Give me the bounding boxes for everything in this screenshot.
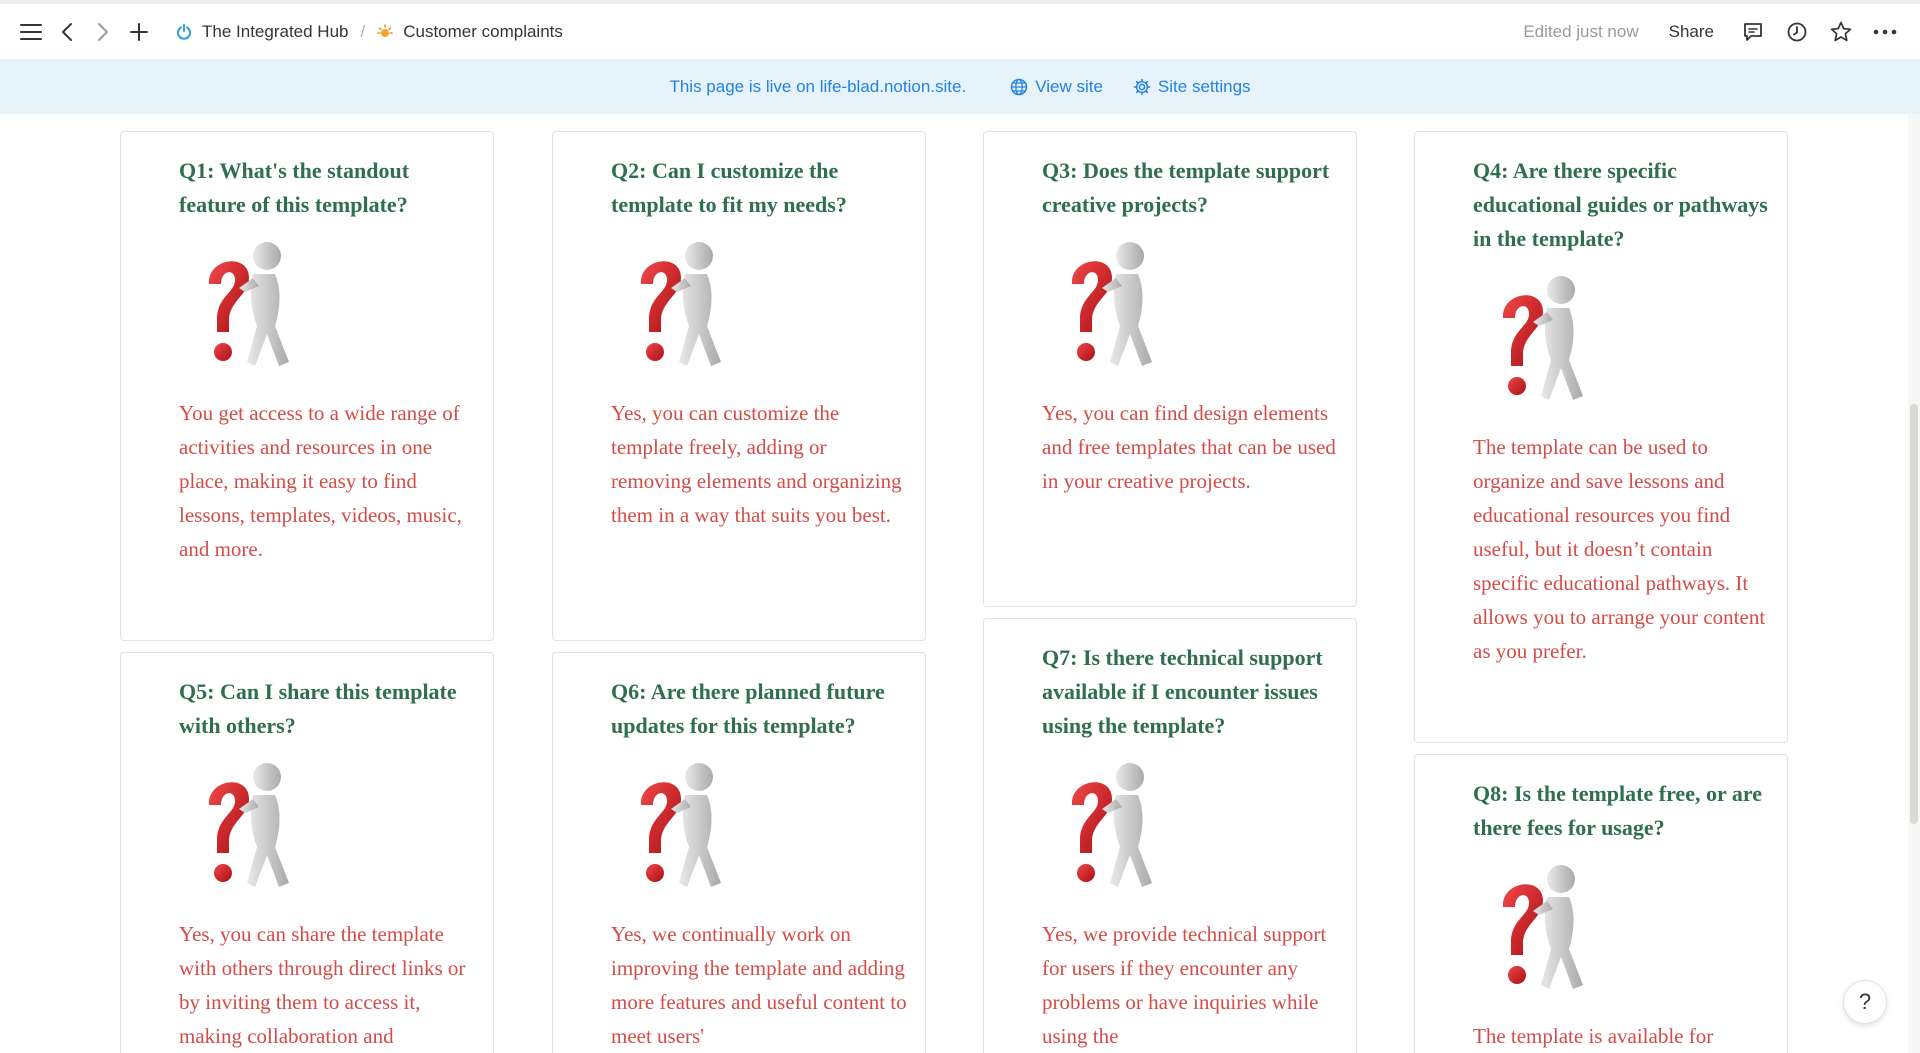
faq-answer: The template can be used to organize and… bbox=[1473, 435, 1766, 663]
sidebar-menu-icon[interactable] bbox=[16, 17, 46, 47]
edited-status: Edited just now bbox=[1523, 21, 1639, 41]
thinking-figure-question-mark-image bbox=[1064, 240, 1164, 376]
faq-question: Q4: Are there specific educational guide… bbox=[1473, 158, 1768, 251]
thinking-figure-question-mark-image bbox=[201, 761, 301, 897]
faq-card-1: Q1: What's the standout feature of this … bbox=[120, 131, 494, 641]
faq-answer: Yes, you can find design elements and fr… bbox=[1042, 401, 1336, 493]
faq-card-5: Q5: Can I share this template with other… bbox=[120, 652, 494, 1053]
faq-question: Q8: Is the template free, or are there f… bbox=[1473, 781, 1762, 840]
more-options-icon[interactable] bbox=[1870, 17, 1900, 47]
page-scrollbar[interactable] bbox=[1908, 114, 1920, 1053]
site-live-text: This page is live on life-blad.notion.si… bbox=[669, 76, 967, 96]
power-icon bbox=[176, 23, 192, 40]
breadcrumb: The Integrated Hub / Customer complaints bbox=[170, 18, 569, 46]
faq-question: Q1: What's the standout feature of this … bbox=[179, 158, 410, 217]
faq-grid: Q1: What's the standout feature of this … bbox=[0, 114, 1920, 1053]
faq-answer: You get access to a wide range of activi… bbox=[179, 401, 462, 561]
site-live-banner: This page is live on life-blad.notion.si… bbox=[0, 59, 1920, 114]
faq-card-2: Q2: Can I customize the template to fit … bbox=[552, 131, 926, 641]
faq-card-6: Q6: Are there planned future updates for… bbox=[552, 652, 926, 1053]
faq-card-4: Q4: Are there specific educational guide… bbox=[1414, 131, 1788, 743]
thinking-figure-question-mark-image bbox=[633, 761, 733, 897]
favorite-star-icon[interactable] bbox=[1826, 17, 1856, 47]
breadcrumb-separator: / bbox=[360, 21, 366, 41]
settings-gear-icon bbox=[1133, 78, 1151, 95]
breadcrumb-item-page[interactable]: Customer complaints bbox=[371, 18, 569, 46]
breadcrumb-label-workspace: The Integrated Hub bbox=[202, 21, 349, 41]
view-site-label: View site bbox=[1035, 76, 1103, 96]
topbar-actions: Edited just now Share bbox=[1523, 17, 1904, 47]
thinking-figure-question-mark-image bbox=[1495, 863, 1595, 999]
sun-emoji-icon bbox=[377, 23, 393, 40]
faq-question: Q3: Does the template support creative p… bbox=[1042, 158, 1330, 217]
breadcrumb-label-page: Customer complaints bbox=[403, 21, 563, 41]
faq-question: Q6: Are there planned future updates for… bbox=[611, 679, 885, 738]
site-settings-link[interactable]: Site settings bbox=[1133, 77, 1251, 97]
history-clock-icon[interactable] bbox=[1782, 17, 1812, 47]
thinking-figure-question-mark-image bbox=[1064, 761, 1164, 897]
faq-question: Q7: Is there technical support available… bbox=[1042, 645, 1323, 738]
thinking-figure-question-mark-image bbox=[201, 240, 301, 376]
share-button[interactable]: Share bbox=[1663, 18, 1720, 46]
forward-icon[interactable] bbox=[88, 17, 118, 47]
faq-question: Q5: Can I share this template with other… bbox=[179, 679, 457, 738]
site-settings-label: Site settings bbox=[1157, 76, 1251, 96]
faq-answer: Yes, we provide technical support for us… bbox=[1042, 922, 1327, 1048]
scrollbar-thumb[interactable] bbox=[1910, 404, 1918, 824]
comments-icon[interactable] bbox=[1738, 17, 1768, 47]
thinking-figure-question-mark-image bbox=[1495, 274, 1595, 410]
globe-icon bbox=[1010, 78, 1028, 95]
new-page-plus-icon[interactable] bbox=[124, 17, 154, 47]
help-button[interactable]: ? bbox=[1843, 980, 1887, 1024]
faq-answer: Yes, you can share the template with oth… bbox=[179, 922, 466, 1048]
faq-card-3: Q3: Does the template support creative p… bbox=[983, 131, 1357, 607]
faq-question: Q2: Can I customize the template to fit … bbox=[611, 158, 847, 217]
view-site-link[interactable]: View site bbox=[1010, 77, 1103, 97]
topbar: The Integrated Hub / Customer complaints… bbox=[0, 4, 1920, 59]
faq-answer: Yes, you can customize the template free… bbox=[611, 401, 902, 527]
faq-answer: The template is available for bbox=[1473, 1024, 1714, 1048]
faq-card-7: Q7: Is there technical support available… bbox=[983, 618, 1357, 1053]
faq-card-8: Q8: Is the template free, or are there f… bbox=[1414, 754, 1788, 1053]
faq-answer: Yes, we continually work on improving th… bbox=[611, 922, 907, 1048]
thinking-figure-question-mark-image bbox=[633, 240, 733, 376]
breadcrumb-item-workspace[interactable]: The Integrated Hub bbox=[170, 18, 354, 46]
back-icon[interactable] bbox=[52, 17, 82, 47]
